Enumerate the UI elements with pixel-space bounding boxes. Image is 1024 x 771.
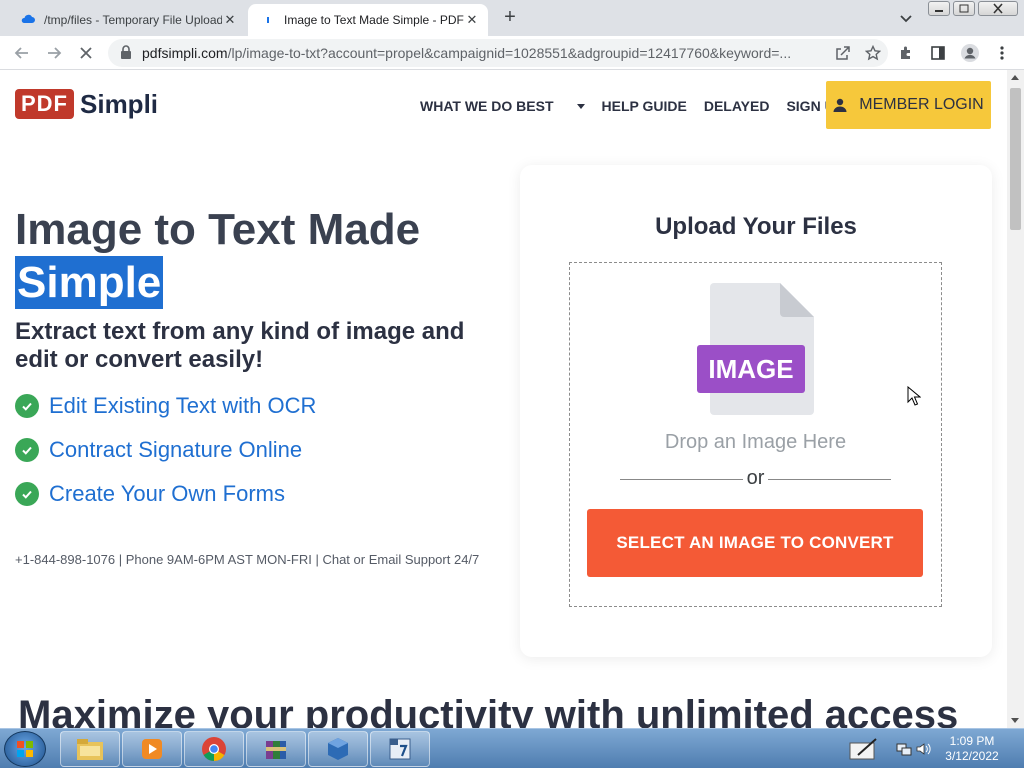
window-restore-button[interactable]: [953, 1, 975, 16]
extensions-puzzle-icon[interactable]: [894, 41, 918, 65]
web-page: PDF Simpli WHAT WE DO BEST HELP GUIDE DE…: [0, 70, 1007, 728]
windows-taskbar: 1:09 PM 3/12/2022: [0, 728, 1024, 768]
close-tab-icon[interactable]: ✕: [464, 12, 480, 28]
nav-help-guide[interactable]: HELP GUIDE: [602, 98, 687, 114]
support-contact-line: +1-844-898-1076 | Phone 9AM-6PM AST MON-…: [15, 552, 480, 567]
url-text: pdfsimpli.com/lp/image-to-txt?account=pr…: [142, 45, 828, 61]
cloud-upload-icon: [20, 12, 36, 28]
hero-subtitle: Extract text from any kind of image and …: [15, 318, 465, 373]
system-info-icon: [389, 738, 411, 760]
share-icon[interactable]: [828, 39, 858, 67]
nav-what-we-do-best[interactable]: WHAT WE DO BEST: [420, 98, 585, 114]
network-icon[interactable]: [896, 742, 912, 756]
forward-arrow-icon[interactable]: [42, 41, 66, 65]
file-explorer-taskbar-button[interactable]: [60, 731, 120, 767]
feature-label: Edit Existing Text with OCR: [49, 393, 317, 418]
mouse-cursor-icon: [907, 386, 921, 406]
side-panel-icon[interactable]: [926, 41, 950, 65]
upload-card: Upload Your Files IMAGE Drop an Image He…: [520, 165, 992, 657]
nav-label: WHAT WE DO BEST: [420, 98, 554, 114]
window-minimize-button[interactable]: [928, 1, 950, 16]
browser-toolbar: pdfsimpli.com/lp/image-to-txt?account=pr…: [0, 36, 1024, 70]
feature-item: Edit Existing Text with OCR: [15, 393, 316, 419]
main-nav: WHAT WE DO BEST HELP GUIDE DELAYED SIGN …: [420, 98, 861, 114]
taskbar-clock[interactable]: 1:09 PM 3/12/2022: [940, 734, 1004, 764]
url-host: pdfsimpli.com: [142, 45, 228, 61]
caret-down-icon: [576, 104, 585, 109]
clock-time: 1:09 PM: [949, 734, 995, 748]
logo-pdf: PDF: [15, 89, 74, 119]
member-login-label: MEMBER LOGIN: [859, 96, 984, 113]
logo-simpli: Simpli: [80, 88, 159, 119]
virtualbox-taskbar-button[interactable]: [308, 731, 368, 767]
or-label: or: [570, 467, 941, 490]
hero-title: Image to Text Made: [15, 205, 421, 254]
productivity-heading: Maximize your productivity with unlimite…: [18, 693, 959, 728]
tab-search-chevron-icon[interactable]: [896, 8, 916, 28]
virtualbox-icon: [328, 738, 348, 760]
chrome-icon: [202, 737, 226, 761]
feature-item: Create Your Own Forms: [15, 481, 285, 507]
profile-avatar-icon[interactable]: [958, 41, 982, 65]
url-path: /lp/image-to-txt?account=propel&campaign…: [227, 45, 792, 61]
file-badge-label: IMAGE: [708, 354, 793, 384]
archiver-taskbar-button[interactable]: [246, 731, 306, 767]
check-circle-icon: [15, 438, 39, 462]
check-circle-icon: [15, 482, 39, 506]
back-arrow-icon[interactable]: [10, 41, 34, 65]
pdfsimpli-logo[interactable]: PDF Simpli: [15, 88, 158, 120]
image-file-icon: IMAGE: [697, 283, 814, 415]
tab-image-to-text[interactable]: Image to Text Made Simple - PDFSimpli ✕: [248, 4, 488, 36]
loading-icon: [260, 12, 276, 28]
member-login-button[interactable]: MEMBER LOGIN: [826, 81, 991, 129]
media-player-taskbar-button[interactable]: [122, 731, 182, 767]
bookmark-star-icon[interactable]: [858, 39, 888, 67]
archive-books-icon: [266, 741, 286, 759]
feature-label: Create Your Own Forms: [49, 481, 285, 506]
lock-icon[interactable]: [120, 44, 134, 62]
start-button[interactable]: [4, 731, 46, 767]
feature-label: Contract Signature Online: [49, 437, 303, 462]
stop-loading-icon[interactable]: [74, 41, 98, 65]
new-tab-button[interactable]: +: [498, 6, 522, 30]
hero-title-highlight: Simple: [15, 256, 164, 309]
tab-tmp-files[interactable]: /tmp/files - Temporary File Upload ✕: [8, 4, 246, 36]
media-player-icon: [142, 739, 162, 759]
volume-icon[interactable]: [916, 742, 932, 756]
nav-delayed[interactable]: DELAYED: [704, 98, 770, 114]
close-tab-icon[interactable]: ✕: [222, 12, 238, 28]
or-text: or: [742, 467, 769, 489]
pen-input-icon[interactable]: [848, 737, 880, 761]
chrome-taskbar-button[interactable]: [184, 731, 244, 767]
image-dropzone[interactable]: IMAGE Drop an Image Here or SELECT AN IM…: [569, 262, 942, 607]
upload-title: Upload Your Files: [655, 213, 857, 240]
address-bar[interactable]: pdfsimpli.com/lp/image-to-txt?account=pr…: [108, 39, 888, 67]
browser-tabstrip: /tmp/files - Temporary File Upload ✕ Ima…: [0, 0, 1024, 36]
tab-title: Image to Text Made Simple - PDFSimpli: [284, 13, 464, 27]
scrollbar-thumb[interactable]: [1010, 88, 1021, 230]
drop-image-text: Drop an Image Here: [664, 431, 847, 453]
menu-kebab-icon[interactable]: [990, 41, 1014, 65]
scroll-down-icon[interactable]: [1011, 718, 1019, 723]
folder-icon: [77, 739, 103, 760]
user-icon: [833, 98, 847, 112]
winver-taskbar-button[interactable]: [370, 731, 430, 767]
page-scrollbar[interactable]: [1007, 70, 1024, 728]
select-image-button[interactable]: SELECT AN IMAGE TO CONVERT: [587, 509, 923, 577]
check-circle-icon: [15, 394, 39, 418]
scroll-up-icon[interactable]: [1011, 75, 1019, 80]
feature-item: Contract Signature Online: [15, 437, 302, 463]
clock-date: 3/12/2022: [945, 749, 999, 763]
window-close-button[interactable]: [978, 1, 1018, 16]
tab-title: /tmp/files - Temporary File Upload: [44, 13, 222, 27]
